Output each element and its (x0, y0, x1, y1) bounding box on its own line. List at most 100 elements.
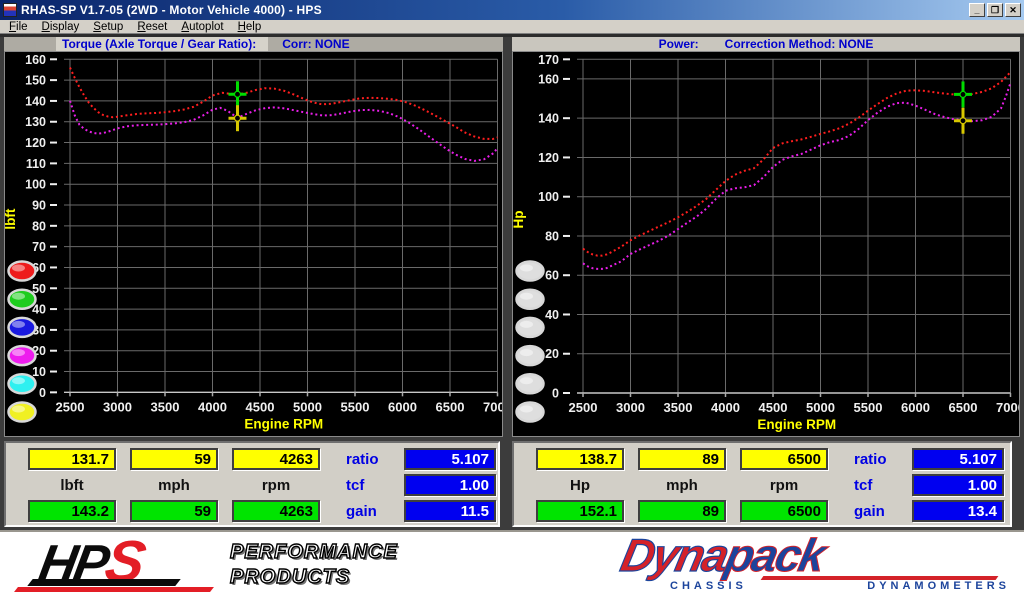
power-panel: Power: Correction Method: NONE 020406080… (512, 37, 1020, 437)
svg-text:160: 160 (538, 72, 559, 86)
torque-chart-body: 0102030405060708090100110120130140150160… (4, 51, 503, 437)
power-readout-panel: 138.7 89 6500 ratio 5.107 Hp mph rpm tcf… (512, 441, 1012, 527)
svg-text:160: 160 (25, 53, 46, 67)
svg-text:0: 0 (552, 386, 559, 400)
menu-reset[interactable]: Reset (130, 21, 174, 33)
svg-text:20: 20 (545, 347, 559, 361)
yellow-cursor[interactable] (954, 108, 972, 134)
power-cursor-mph: 89 (638, 448, 726, 470)
minimize-button[interactable]: _ (969, 3, 985, 17)
green-cursor[interactable] (228, 81, 246, 107)
curve-button-magenta[interactable] (9, 346, 36, 365)
svg-text:120: 120 (25, 136, 46, 150)
power-cursor2-value: 152.1 (536, 500, 624, 522)
ratio-label: ratio (842, 451, 898, 468)
x-axis-label: Engine RPM (244, 416, 323, 431)
mph-unit-label: mph (638, 477, 726, 494)
gain-label: gain (334, 503, 390, 520)
torque-cursor-value: 131.7 (28, 448, 116, 470)
torque-cursor-rpm: 4263 (232, 448, 320, 470)
ratio-value: 5.107 (404, 448, 496, 470)
torque-cursor2-rpm: 4263 (232, 500, 320, 522)
curve-button-gray-2[interactable] (517, 290, 544, 309)
svg-text:3500: 3500 (664, 400, 693, 415)
svg-text:100: 100 (538, 190, 559, 204)
y-axis-label: Hp (513, 210, 526, 228)
power-cursor2-mph: 89 (638, 500, 726, 522)
svg-text:80: 80 (545, 229, 559, 243)
y-axis-label: lbft (5, 208, 18, 229)
svg-text:4000: 4000 (198, 399, 227, 414)
svg-text:5000: 5000 (293, 399, 322, 414)
power-chart[interactable]: 0204060801001201401601702500300035004000… (513, 52, 1019, 436)
menu-bar: File Display Setup Reset Autoplot Help (0, 20, 1024, 34)
menu-autoplot[interactable]: Autoplot (174, 21, 230, 33)
torque-chart[interactable]: 0102030405060708090100110120130140150160… (5, 52, 502, 436)
close-button[interactable]: ✕ (1005, 3, 1021, 17)
yellow-cursor[interactable] (228, 105, 246, 131)
curve-button-green[interactable] (9, 290, 36, 309)
svg-text:60: 60 (545, 269, 559, 283)
torque-cursor2-value: 143.2 (28, 500, 116, 522)
svg-text:6000: 6000 (901, 400, 930, 415)
svg-text:80: 80 (32, 219, 46, 233)
torque-correction-label: Corr: NONE (282, 37, 349, 51)
gain-value: 11.5 (404, 500, 496, 522)
tcf-value: 1.00 (404, 474, 496, 496)
power-cursor-rpm: 6500 (740, 448, 828, 470)
curve-button-red[interactable] (9, 262, 36, 281)
x-axis-label: Engine RPM (757, 417, 836, 432)
curve-button-yellow[interactable] (9, 403, 36, 422)
menu-file[interactable]: File (2, 21, 35, 33)
curve-button-cyan[interactable] (9, 374, 36, 393)
hps-underline-red (14, 587, 214, 592)
curve-button-gray-3[interactable] (517, 318, 544, 337)
svg-text:3000: 3000 (103, 399, 132, 414)
svg-text:100: 100 (25, 178, 46, 192)
curve-button-gray-1[interactable] (517, 262, 544, 281)
svg-text:4000: 4000 (711, 400, 740, 415)
app-window: RHAS-SP V1.7-05 (2WD - Motor Vehicle 400… (0, 0, 1024, 592)
power-magenta-run-curve (583, 83, 1011, 269)
torque-unit-label: lbft (28, 477, 116, 494)
dynapack-subtitle: CHASSIS DYNAMOMETERS (670, 580, 1010, 592)
curve-button-gray-6[interactable] (517, 403, 544, 422)
dynapack-logo: Dynapack CHASSIS DYNAMOMETERS (612, 532, 1012, 592)
ratio-value: 5.107 (912, 448, 1004, 470)
torque-magenta-run-curve (70, 101, 498, 161)
torque-cursor2-mph: 59 (130, 500, 218, 522)
svg-text:7000: 7000 (483, 399, 502, 414)
green-cursor[interactable] (954, 81, 972, 107)
gain-label: gain (842, 503, 898, 520)
hps-tagline: PERFORMANCE PRODUCTS (230, 540, 398, 590)
menu-setup[interactable]: Setup (86, 21, 130, 33)
mph-unit-label: mph (130, 477, 218, 494)
titlebar: RHAS-SP V1.7-05 (2WD - Motor Vehicle 400… (0, 0, 1024, 20)
power-red-run-curve (583, 72, 1011, 256)
curve-button-gray-4[interactable] (517, 346, 544, 365)
svg-text:2500: 2500 (56, 399, 85, 414)
svg-text:170: 170 (538, 53, 559, 67)
curve-button-blue[interactable] (9, 318, 36, 337)
power-header: Power: Correction Method: NONE (512, 37, 1020, 51)
power-cursor2-rpm: 6500 (740, 500, 828, 522)
svg-text:3000: 3000 (616, 400, 645, 415)
readout-strip: 131.7 59 4263 ratio 5.107 lbft mph rpm t… (0, 437, 1024, 530)
svg-text:6500: 6500 (949, 400, 978, 415)
menu-display[interactable]: Display (35, 21, 87, 33)
curve-button-gray-5[interactable] (517, 374, 544, 393)
torque-readout-panel: 131.7 59 4263 ratio 5.107 lbft mph rpm t… (4, 441, 500, 527)
svg-text:140: 140 (538, 112, 559, 126)
restore-button[interactable]: ❐ (987, 3, 1003, 17)
menu-help[interactable]: Help (231, 21, 269, 33)
svg-text:3500: 3500 (151, 399, 180, 414)
svg-text:140: 140 (25, 94, 46, 108)
window-title: RHAS-SP V1.7-05 (2WD - Motor Vehicle 400… (21, 3, 969, 17)
svg-text:5500: 5500 (854, 400, 883, 415)
torque-title: Torque (Axle Torque / Gear Ratio): (62, 37, 256, 51)
power-title: Power: (659, 37, 699, 51)
torque-red-run-curve (70, 68, 498, 139)
gain-value: 13.4 (912, 500, 1004, 522)
rpm-unit-label: rpm (232, 477, 320, 494)
app-icon (3, 3, 17, 17)
